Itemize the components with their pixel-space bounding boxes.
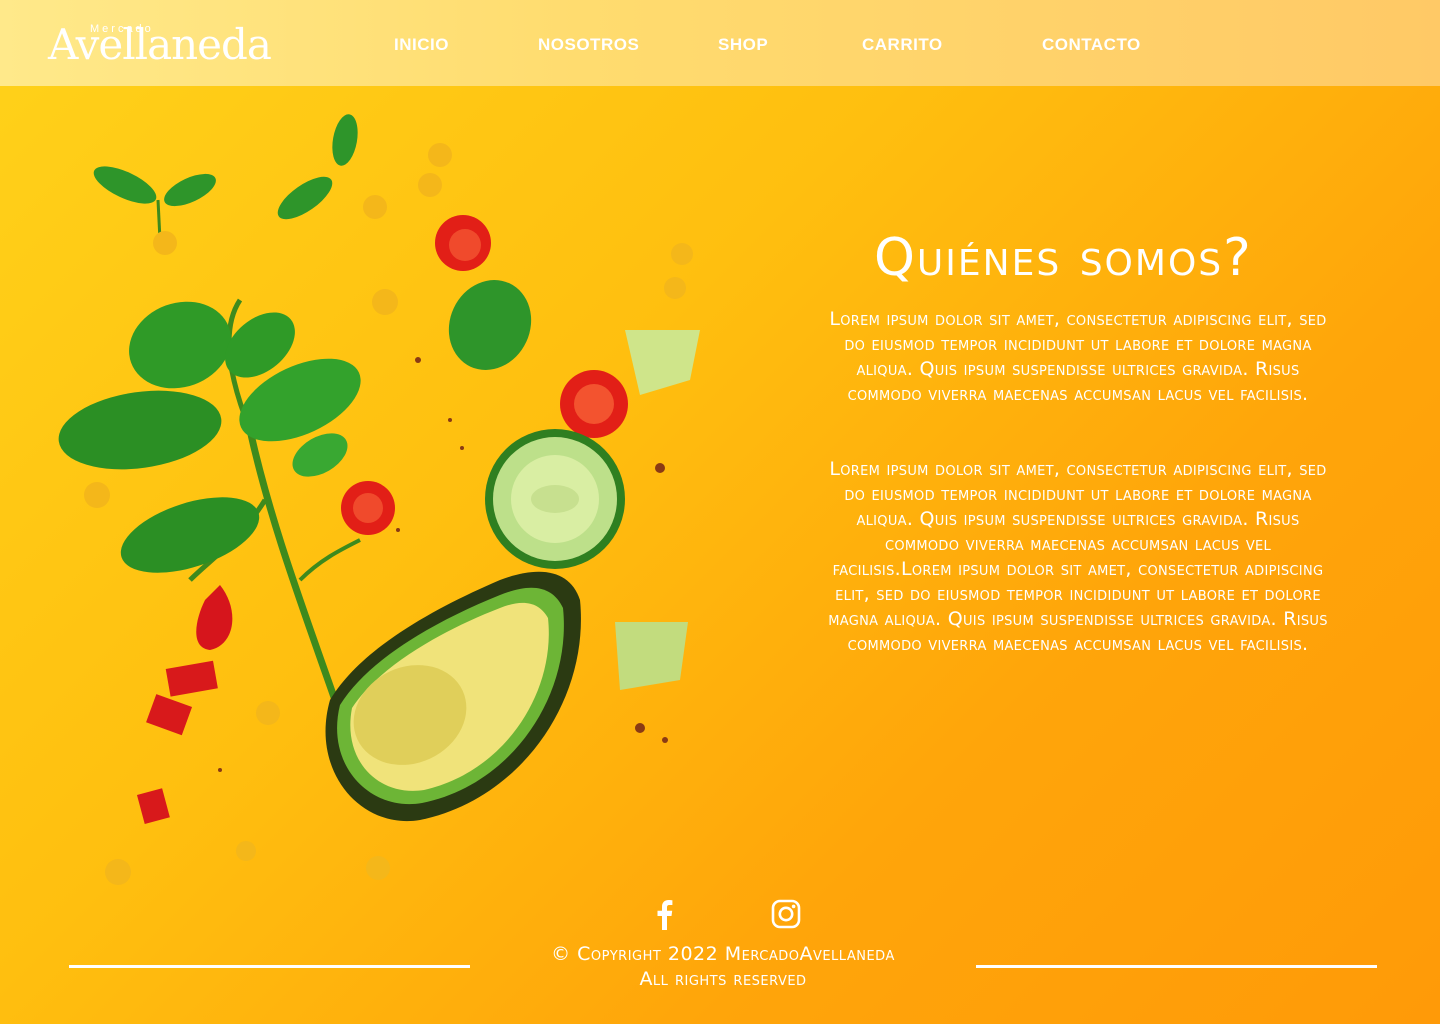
facebook-link[interactable] bbox=[650, 898, 680, 934]
brand-logo[interactable]: Mercado Avellaneda bbox=[48, 20, 272, 69]
page-title: Quiénes somos? bbox=[874, 228, 1253, 288]
copyright-text: © Copyright 2022 MercadoAvellaneda bbox=[551, 943, 895, 965]
footer-divider-right bbox=[976, 965, 1377, 968]
brand-logo-name: Avellaneda bbox=[48, 20, 272, 69]
facebook-icon bbox=[657, 900, 673, 930]
footer-divider-left bbox=[69, 965, 470, 968]
nav-nosotros[interactable]: NOSOTROS bbox=[538, 35, 639, 55]
nav-contacto[interactable]: CONTACTO bbox=[1042, 35, 1141, 55]
instagram-link[interactable] bbox=[770, 898, 802, 934]
nav-carrito[interactable]: CARRITO bbox=[862, 35, 943, 55]
about-paragraph: Lorem ipsum dolor sit amet, consectetur … bbox=[829, 308, 1327, 405]
instagram-icon bbox=[771, 899, 801, 929]
nav-shop[interactable]: SHOP bbox=[718, 35, 768, 55]
rights-text: All rights reserved bbox=[639, 968, 807, 990]
hero-vegetables-image bbox=[58, 114, 700, 885]
nav-inicio[interactable]: INICIO bbox=[394, 35, 449, 55]
about-paragraph: Lorem ipsum dolor sit amet, consectetur … bbox=[828, 458, 1328, 655]
